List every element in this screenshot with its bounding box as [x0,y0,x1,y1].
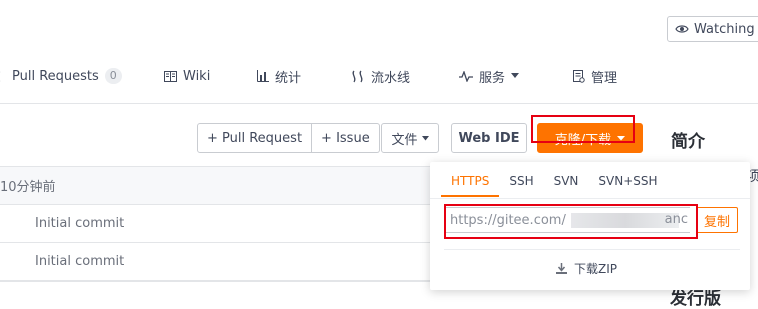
nav-services-label: 服务 [479,70,506,86]
web-ide-button[interactable]: Web IDE [451,123,527,153]
nav-wiki-label: Wiki [183,68,211,84]
watch-label: Watching [694,21,755,37]
settings-doc-icon [573,69,585,83]
clone-url-input[interactable]: https://gitee.com/ anc [444,207,690,233]
file-list-row[interactable]: Initial commit [0,243,430,281]
caret-down-icon [421,135,429,141]
clone-dropdown: HTTPS SSH SVN SVN+SSH https://gitee.com/… [430,162,750,290]
caret-down-icon [511,73,520,79]
book-icon [164,70,177,82]
nav-wiki[interactable]: Wiki [164,64,210,88]
list-bottom-divider [0,281,430,282]
nav-statistics-label: 统计 [275,70,302,86]
pr-issue-button-group: + Pull Request + Issue [197,123,380,153]
dropdown-divider [444,249,740,250]
new-issue-button[interactable]: + Issue [312,123,380,153]
file-dropdown-button[interactable]: 文件 [381,123,439,153]
download-zip-link[interactable]: 下载ZIP [556,260,617,277]
last-commit-time: 10分钟前 [0,180,56,195]
nav-manage[interactable]: 管理 [573,64,617,88]
nav-divider [0,103,758,104]
nav-statistics[interactable]: 统计 [257,64,301,88]
caret-down-icon [617,135,626,141]
pull-request-icon [0,70,6,83]
clone-url-suffix: anc [664,212,688,227]
bar-chart-icon [257,70,269,82]
nav-services[interactable]: 服务 [459,64,520,88]
eye-icon [675,24,689,34]
file-list-header: 10分钟前 [0,166,430,205]
clone-url-prefix: https://gitee.com/ [450,212,566,228]
file-list-row[interactable]: Initial commit [0,205,430,243]
sidebar-intro-title: 简介 [671,132,705,152]
download-icon [556,263,567,274]
nav-manage-label: 管理 [591,70,618,86]
pull-requests-count-badge: 0 [104,68,122,84]
nav-pull-requests-label: Pull Requests [12,68,99,84]
commit-message[interactable]: Initial commit [35,216,124,231]
tab-ssh[interactable]: SSH [499,170,543,197]
nav-pull-requests[interactable]: Pull Requests 0 [0,64,122,88]
clone-button-label: 克隆/下载 [554,132,612,148]
copy-url-button[interactable]: 复制 [696,207,738,233]
tabs-divider [430,198,750,199]
new-pull-request-button[interactable]: + Pull Request [197,123,313,153]
tab-svn-ssh[interactable]: SVN+SSH [588,170,667,197]
watch-button[interactable]: Watching [667,16,758,42]
nav-pipeline[interactable]: 流水线 [351,64,410,88]
tab-https[interactable]: HTTPS [441,170,500,197]
file-button-label: 文件 [391,132,418,148]
clone-download-button[interactable]: 克隆/下载 [537,123,643,153]
pipeline-icon [351,70,365,83]
pulse-icon [459,70,473,82]
tab-svn[interactable]: SVN [544,170,589,197]
download-zip-label: 下载ZIP [574,262,617,276]
clone-protocol-tabs: HTTPS SSH SVN SVN+SSH [441,170,668,197]
commit-message[interactable]: Initial commit [35,254,124,269]
redacted-url-segment [571,213,679,228]
nav-pipeline-label: 流水线 [371,70,411,86]
